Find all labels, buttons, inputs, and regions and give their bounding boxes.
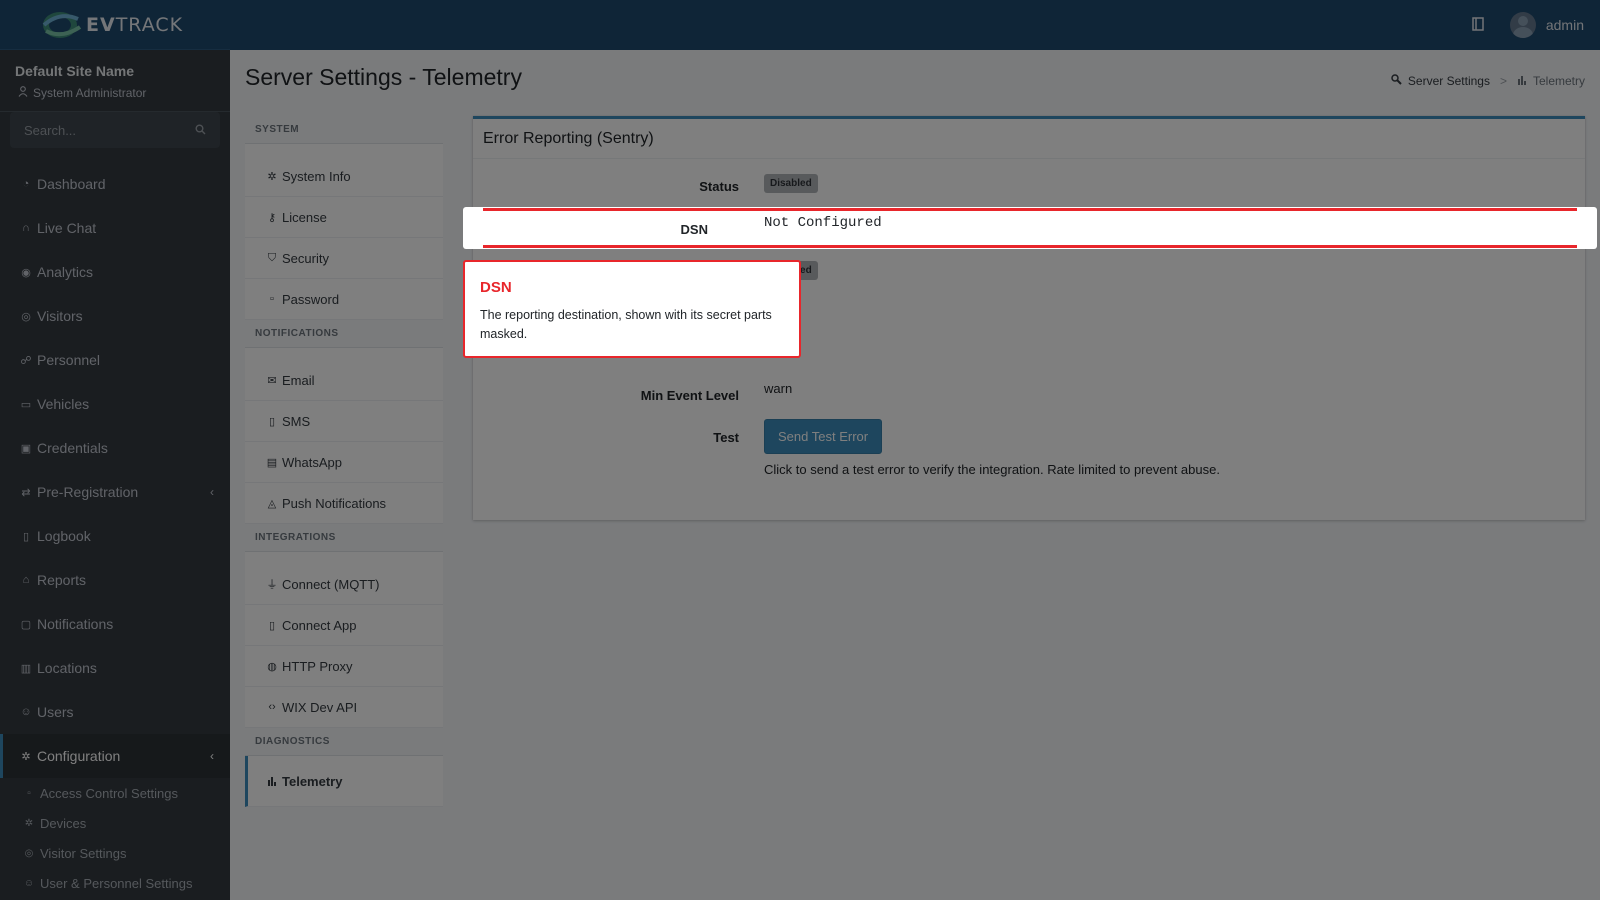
highlight-line <box>483 245 1577 248</box>
tour-tooltip: DSN The reporting destination, shown wit… <box>463 260 801 358</box>
tooltip-body: The reporting destination, shown with it… <box>480 308 772 341</box>
tour-overlay[interactable] <box>0 0 1600 900</box>
highlight-line <box>483 208 1577 211</box>
dsn-spotlight: DSN Not Configured <box>463 207 1597 249</box>
dsn-value: Not Configured <box>764 215 882 231</box>
tooltip-title: DSN <box>480 279 512 296</box>
